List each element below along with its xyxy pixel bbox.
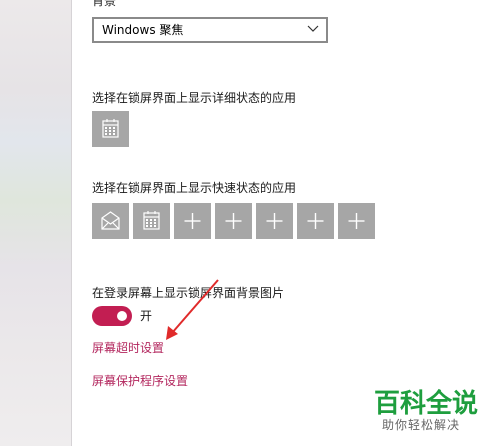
watermark-logo-text: 百科全说 — [374, 388, 478, 418]
watermark: 百科全说 助你轻松解决 — [374, 386, 490, 440]
watermark-logo: 百科全说 — [374, 388, 478, 418]
annotation-arrow-icon — [166, 279, 219, 340]
watermark-tagline: 助你轻松解决 — [382, 418, 461, 432]
